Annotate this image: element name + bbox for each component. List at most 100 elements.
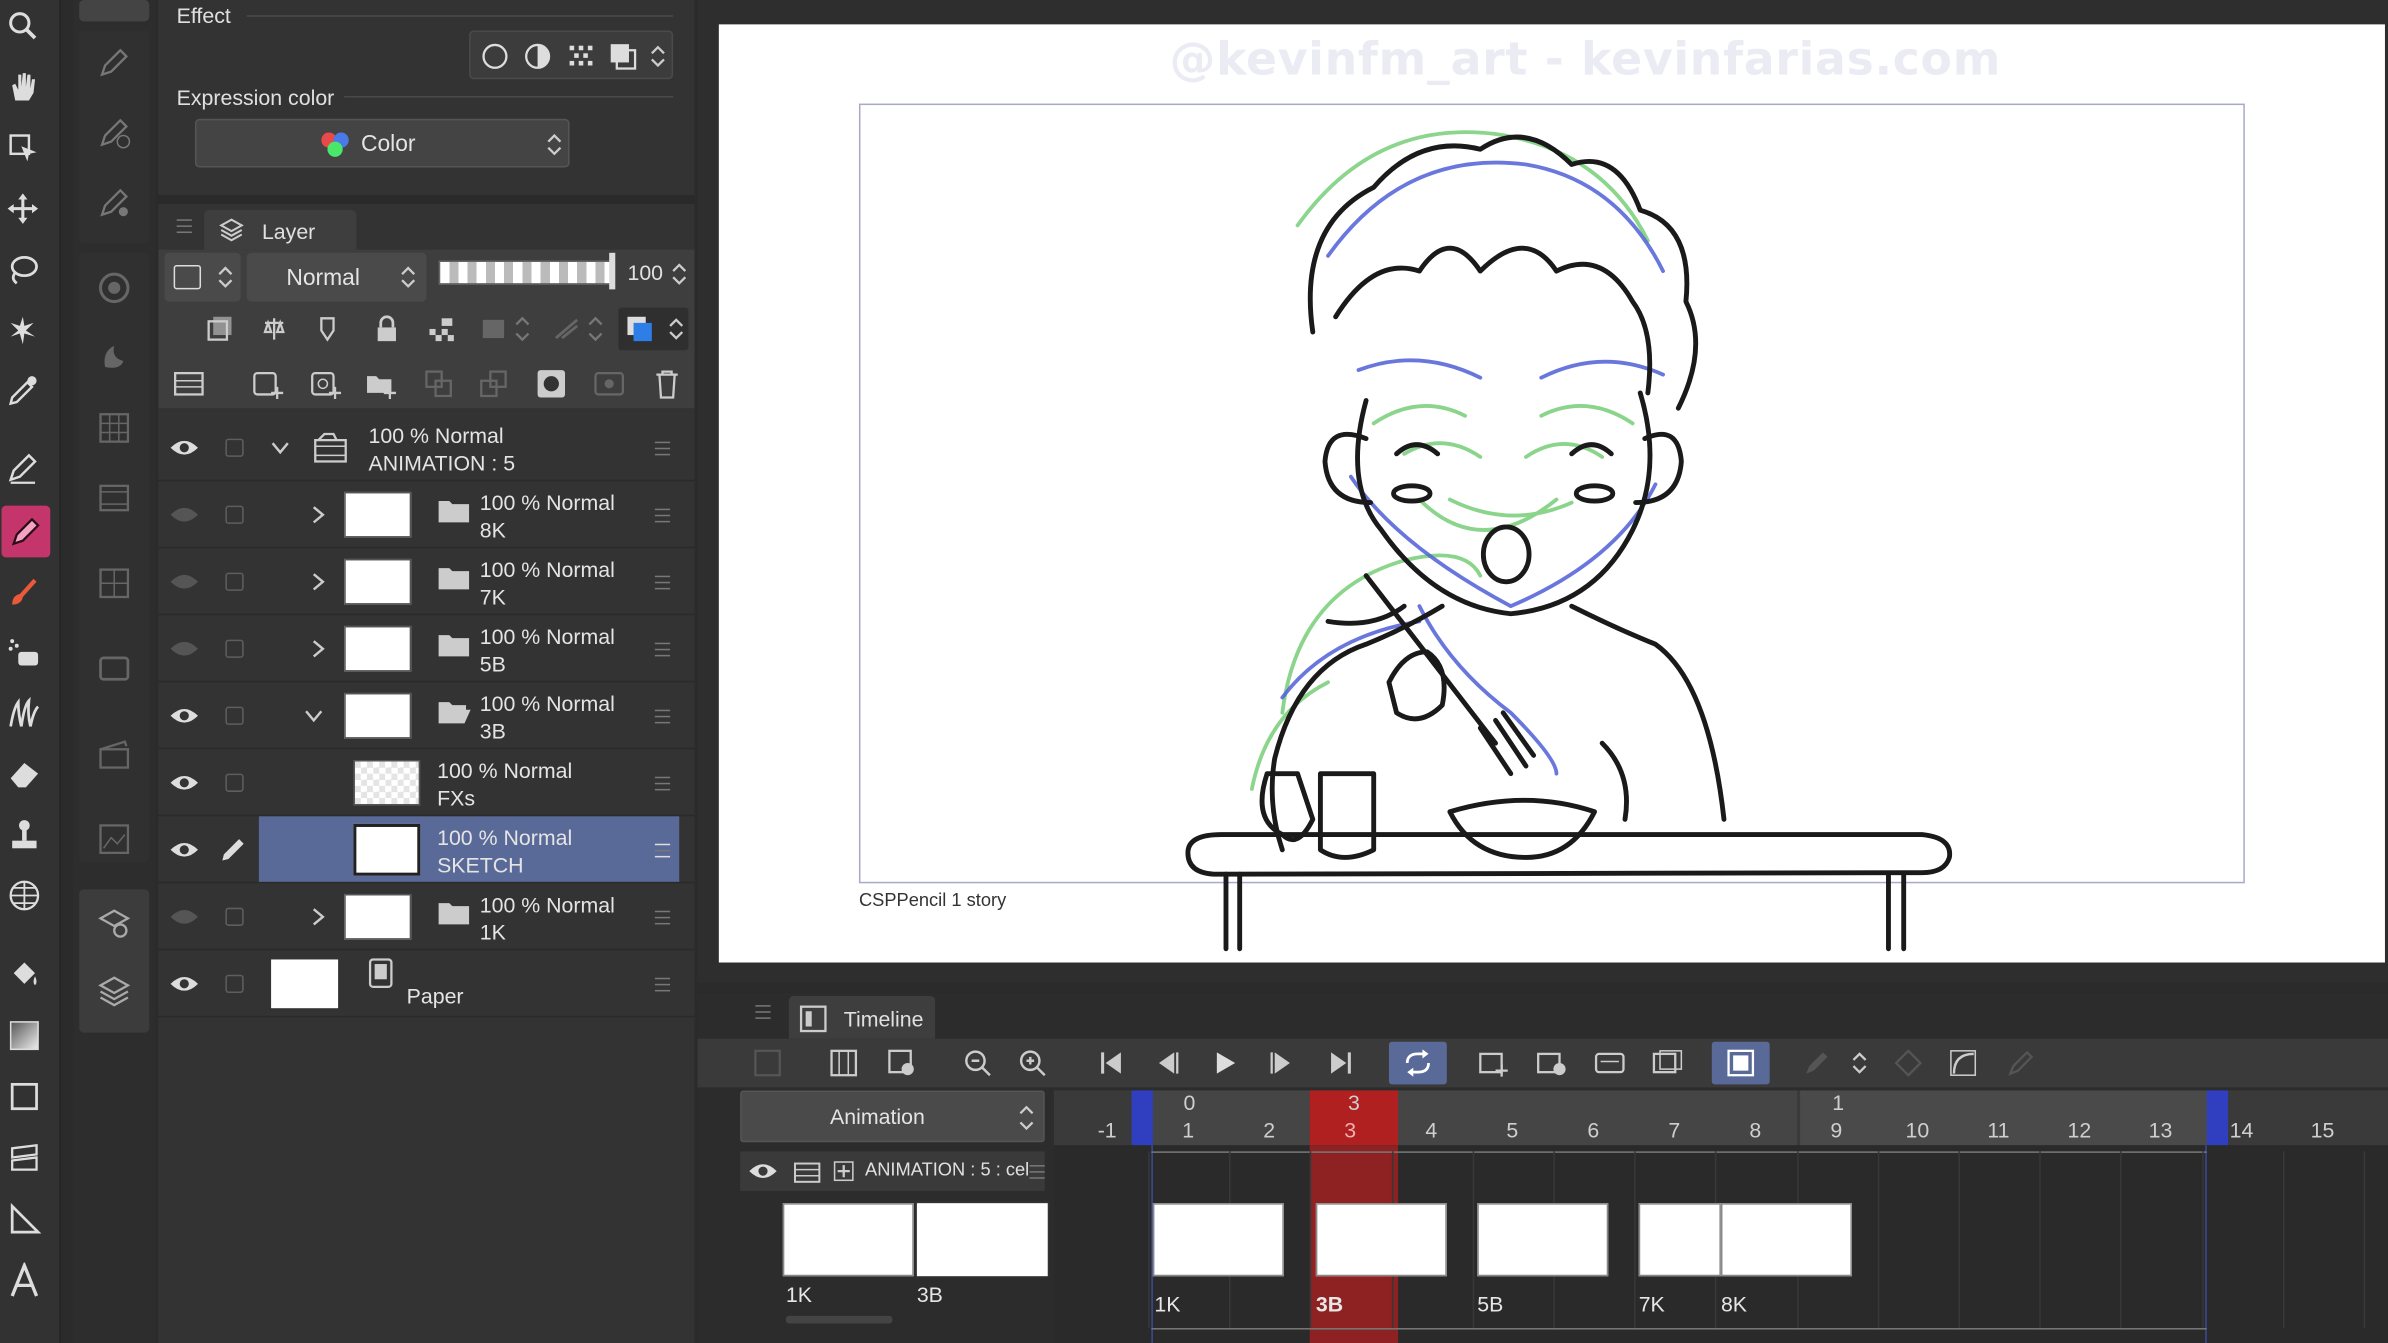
blend-icon[interactable]	[6, 813, 43, 856]
pencil-icon[interactable]	[1, 505, 51, 558]
blend-mode-select[interactable]: Normal	[246, 252, 427, 302]
eyedropper-icon[interactable]	[6, 372, 40, 412]
new-vector-layer-icon[interactable]	[308, 366, 345, 403]
effect-more-icon[interactable]	[647, 38, 668, 75]
go-to-end-icon[interactable]	[1325, 1048, 1355, 1078]
pen-setting-3-icon[interactable]	[94, 183, 134, 223]
cel-5b[interactable]	[1477, 1203, 1609, 1277]
light-table-icon[interactable]	[1593, 1048, 1627, 1078]
lasso-icon[interactable]	[6, 250, 40, 290]
eye-icon[interactable]	[168, 567, 202, 597]
layer-row-animation[interactable]: 100 % Normal ANIMATION : 5	[158, 414, 695, 482]
spinner-icon[interactable]	[1849, 1045, 1870, 1082]
drag-handle-icon[interactable]	[654, 575, 671, 590]
layer-row-1k[interactable]: 100 % Normal 1K	[158, 883, 695, 951]
layer-checkbox[interactable]	[225, 907, 244, 926]
cel-7k[interactable]	[1638, 1203, 1721, 1277]
rectangle-icon[interactable]	[6, 1075, 43, 1118]
pen-setting-icon[interactable]	[94, 43, 134, 83]
effect-extract-icon[interactable]	[605, 38, 642, 75]
text-icon[interactable]	[6, 1258, 43, 1304]
clip-icon[interactable]	[201, 311, 238, 348]
cel-8k[interactable]	[1720, 1203, 1852, 1277]
pen-setting-2-icon[interactable]	[94, 113, 134, 153]
layer-checkbox[interactable]	[225, 974, 244, 993]
hand-icon[interactable]	[6, 67, 40, 107]
layer-row-sketch[interactable]: 100 % Normal SKETCH	[158, 816, 695, 884]
layer-checkbox[interactable]	[225, 639, 244, 658]
layer-checkbox[interactable]	[225, 438, 244, 457]
layer-row-paper[interactable]: Paper	[158, 950, 695, 1018]
grid-icon[interactable]	[94, 563, 134, 603]
scrollbar[interactable]	[785, 1315, 893, 1324]
effect-none-icon[interactable]	[477, 38, 514, 75]
eye-icon[interactable]	[168, 902, 202, 932]
play-icon[interactable]	[1209, 1048, 1239, 1078]
eye-icon[interactable]	[746, 1157, 780, 1184]
opacity-slider-handle[interactable]	[609, 252, 616, 290]
next-frame-icon[interactable]	[1267, 1048, 1297, 1078]
drag-handle-icon[interactable]	[654, 441, 671, 456]
previous-frame-icon[interactable]	[1151, 1048, 1181, 1078]
cel-3b[interactable]	[1315, 1203, 1447, 1277]
onion-skin-icon[interactable]	[1651, 1048, 1685, 1078]
zoom-icon[interactable]	[6, 6, 40, 46]
cel-list-thumbnail-1k[interactable]	[782, 1203, 914, 1277]
layer-checkbox[interactable]	[225, 505, 244, 524]
layer-color-toggle[interactable]	[618, 307, 689, 351]
eye-icon[interactable]	[168, 835, 202, 865]
timeline-mode-select[interactable]: Animation	[740, 1090, 1045, 1143]
layer-row-8k[interactable]: 100 % Normal 8K	[158, 481, 695, 549]
combine-below-icon[interactable]	[475, 366, 512, 403]
loop-button[interactable]	[1388, 1041, 1447, 1085]
new-animation-cel-icon[interactable]	[1477, 1048, 1511, 1078]
apply-mask-icon[interactable]	[591, 366, 628, 403]
layer-checkbox[interactable]	[225, 706, 244, 725]
frame-ruler[interactable]: 0 3 1 -1 1 2 3 4 5 6 7 8 9 10 11 12 13 14 15	[1053, 1090, 2388, 1146]
ruler-range-icon[interactable]	[551, 308, 606, 351]
drag-handle-icon[interactable]	[654, 910, 671, 925]
chevron-down-icon[interactable]	[268, 436, 292, 460]
layer-property-icon[interactable]	[94, 649, 134, 689]
layer-row-7k[interactable]: 100 % Normal 7K	[158, 548, 695, 616]
tab-layer[interactable]: Layer	[204, 210, 357, 250]
chevron-right-icon[interactable]	[308, 570, 329, 594]
gradient-icon[interactable]	[6, 1014, 43, 1057]
layers-icon[interactable]	[94, 969, 134, 1015]
drag-handle-icon[interactable]	[654, 977, 671, 992]
drag-handle-icon[interactable]	[1029, 1165, 1045, 1179]
eye-icon[interactable]	[168, 969, 202, 999]
opacity-value[interactable]: 100	[627, 260, 663, 284]
canvas[interactable]: @kevinfm_art - kevinfarias.com CSPPencil…	[718, 24, 2385, 963]
object-select-icon[interactable]	[6, 128, 40, 168]
figure-grid-icon[interactable]	[6, 874, 43, 917]
cel-list-thumbnail-3b[interactable]	[915, 1201, 1050, 1278]
drag-handle-icon[interactable]	[654, 776, 671, 791]
zoom-in-icon[interactable]	[1017, 1048, 1047, 1078]
new-raster-layer-icon[interactable]	[250, 366, 287, 403]
layer-row-fxs[interactable]: 100 % Normal FXs	[158, 749, 695, 817]
pen-icon[interactable]	[6, 448, 40, 488]
opacity-slider[interactable]	[438, 260, 613, 285]
draft-icon[interactable]	[311, 311, 348, 348]
interpolation-icon[interactable]	[1946, 1048, 1980, 1078]
animation-cel-icon[interactable]	[94, 478, 134, 518]
reference-icon[interactable]	[256, 311, 293, 348]
chevron-right-icon[interactable]	[308, 503, 329, 527]
eye-icon[interactable]	[168, 768, 202, 798]
airbrush-icon[interactable]	[6, 631, 43, 674]
track-area[interactable]: 1K 3B 5B 7K 8K	[1053, 1145, 2388, 1343]
panel-menu-icon[interactable]	[755, 1005, 771, 1019]
lock-transparent-icon[interactable]	[423, 311, 460, 348]
tab-timeline[interactable]: Timeline	[788, 996, 936, 1039]
eye-icon[interactable]	[168, 634, 202, 664]
spinner-icon[interactable]	[670, 256, 688, 293]
new-folder-icon[interactable]	[362, 366, 399, 403]
cel-1k[interactable]	[1152, 1203, 1284, 1277]
fill-icon[interactable]	[6, 953, 43, 996]
move-icon[interactable]	[6, 189, 40, 229]
navigator-icon[interactable]	[94, 268, 134, 308]
brush-icon[interactable]	[6, 570, 43, 613]
panel-menu-icon[interactable]	[176, 219, 192, 234]
magic-wand-icon[interactable]	[6, 311, 40, 351]
